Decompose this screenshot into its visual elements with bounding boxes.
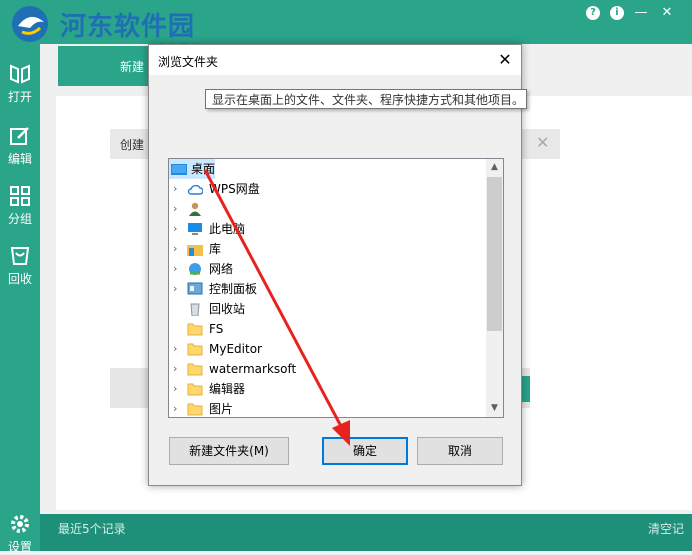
recycle-bag-icon bbox=[10, 247, 30, 265]
tree-item-recycle-bin[interactable]: 回收站 bbox=[169, 299, 487, 319]
create-close-icon[interactable]: ✕ bbox=[536, 134, 554, 152]
tree-item-wps[interactable]: › WPS网盘 bbox=[169, 179, 487, 199]
folder-icon bbox=[187, 363, 203, 376]
close-icon[interactable]: ✕ bbox=[660, 6, 674, 20]
create-bar-label: 创建 bbox=[120, 138, 145, 152]
folder-icon bbox=[187, 403, 203, 416]
tree-item-desktop[interactable]: 桌面 bbox=[169, 159, 215, 179]
gear-icon bbox=[11, 515, 29, 533]
chevron-right-icon[interactable]: › bbox=[173, 259, 183, 279]
footer-bar: 最近5个记录 清空记 bbox=[40, 514, 692, 551]
ok-button[interactable]: 确定 bbox=[322, 437, 408, 465]
minimize-icon[interactable]: — bbox=[634, 6, 648, 20]
book-open-icon bbox=[10, 64, 30, 84]
network-icon bbox=[189, 263, 201, 275]
cloud-icon bbox=[187, 184, 203, 195]
tree-item-label: 桌面 bbox=[191, 162, 216, 176]
dialog-titlebar: 浏览文件夹 ✕ bbox=[149, 45, 521, 75]
tree-item-myeditor[interactable]: › MyEditor bbox=[169, 339, 487, 359]
desktop-icon bbox=[171, 164, 187, 175]
folder-icon bbox=[187, 383, 203, 396]
sidebar-item-settings[interactable]: 设置 bbox=[0, 512, 40, 555]
tree-item-label: 图片 bbox=[209, 402, 234, 416]
tree-item-label: 编辑器 bbox=[209, 382, 246, 396]
sidebar-item-label: 编辑 bbox=[7, 152, 32, 166]
control-panel-icon bbox=[187, 282, 203, 295]
sidebar-item-recycle[interactable]: 回收 bbox=[0, 244, 40, 287]
desktop-tooltip: 显示在桌面上的文件、文件夹、程序快捷方式和其他项目。 bbox=[205, 89, 527, 109]
watermark-logo-icon bbox=[12, 6, 48, 42]
sidebar-item-edit[interactable]: 编辑 bbox=[0, 124, 40, 167]
folder-icon bbox=[187, 323, 203, 336]
new-button[interactable]: 新建 bbox=[58, 46, 148, 86]
edit-icon bbox=[10, 127, 29, 145]
tree-item-watermarksoft[interactable]: › watermarksoft bbox=[169, 359, 487, 379]
sidebar bbox=[0, 44, 40, 551]
browse-folder-dialog: 浏览文件夹 ✕ 桌面 › WPS网盘 › › 此电脑 › 库 › 网络 › 控制… bbox=[148, 44, 527, 486]
sidebar-item-label: 设置 bbox=[7, 540, 32, 554]
tree-item-label: MyEditor bbox=[209, 342, 262, 356]
chevron-right-icon[interactable]: › bbox=[173, 339, 183, 359]
chevron-right-icon[interactable]: › bbox=[173, 279, 183, 299]
scroll-down-icon[interactable]: ▼ bbox=[486, 400, 503, 417]
sidebar-item-label: 分组 bbox=[7, 212, 32, 226]
tree-item-pictures[interactable]: › 图片 bbox=[169, 399, 487, 417]
tree-item-control-panel[interactable]: › 控制面板 bbox=[169, 279, 487, 299]
computer-icon bbox=[188, 223, 202, 235]
tree-item-label: 库 bbox=[209, 242, 222, 256]
chevron-right-icon[interactable]: › bbox=[173, 179, 183, 199]
scroll-thumb[interactable] bbox=[487, 177, 502, 331]
chevron-right-icon[interactable]: › bbox=[173, 219, 183, 239]
library-folder-icon bbox=[187, 245, 203, 256]
clear-records-link[interactable]: 清空记 bbox=[648, 520, 684, 537]
tree-item-label: FS bbox=[209, 322, 224, 336]
cancel-button[interactable]: 取消 bbox=[417, 437, 503, 465]
recent-records-label: 最近5个记录 bbox=[58, 522, 126, 536]
tree-item-label: watermarksoft bbox=[209, 362, 297, 376]
folder-tree[interactable]: 桌面 › WPS网盘 › › 此电脑 › 库 › 网络 › 控制面板 回收站 F… bbox=[168, 158, 504, 418]
tree-item-library[interactable]: › 库 bbox=[169, 239, 487, 259]
tree-item-network[interactable]: › 网络 bbox=[169, 259, 487, 279]
sidebar-item-open[interactable]: 打开 bbox=[0, 62, 40, 105]
tree-item-user[interactable]: › bbox=[169, 199, 487, 219]
info-icon[interactable]: i bbox=[610, 6, 624, 20]
folder-icon bbox=[187, 343, 203, 356]
recycle-bin-icon bbox=[190, 303, 200, 316]
tree-item-label: WPS网盘 bbox=[209, 182, 260, 196]
chevron-right-icon[interactable]: › bbox=[173, 359, 183, 379]
chevron-right-icon[interactable]: › bbox=[173, 239, 183, 259]
dialog-close-icon[interactable]: ✕ bbox=[495, 50, 515, 70]
tree-item-label: 控制面板 bbox=[209, 282, 258, 296]
tree-item-this-pc[interactable]: › 此电脑 bbox=[169, 219, 487, 239]
tree-scrollbar[interactable]: ▲ ▼ bbox=[486, 159, 503, 417]
chevron-right-icon[interactable]: › bbox=[173, 399, 183, 417]
user-icon bbox=[189, 202, 201, 216]
sidebar-item-label: 打开 bbox=[7, 90, 32, 104]
scroll-up-icon[interactable]: ▲ bbox=[486, 159, 503, 176]
tree-item-label: 此电脑 bbox=[209, 222, 246, 236]
new-folder-button[interactable]: 新建文件夹(M) bbox=[169, 437, 289, 465]
watermark-text: 河东软件园 bbox=[60, 12, 196, 42]
sidebar-item-label: 回收 bbox=[7, 272, 32, 286]
tree-item-editor[interactable]: › 编辑器 bbox=[169, 379, 487, 399]
tree-item-label: 网络 bbox=[209, 262, 234, 276]
chevron-right-icon[interactable]: › bbox=[173, 379, 183, 399]
sidebar-item-group[interactable]: 分组 bbox=[0, 184, 40, 227]
chevron-right-icon[interactable]: › bbox=[173, 199, 183, 219]
dialog-title: 浏览文件夹 bbox=[158, 55, 219, 69]
tree-item-label: 回收站 bbox=[209, 302, 246, 316]
grid-icon bbox=[10, 186, 30, 206]
tree-item-fs[interactable]: FS bbox=[169, 319, 487, 339]
help-icon[interactable]: ? bbox=[586, 6, 600, 20]
